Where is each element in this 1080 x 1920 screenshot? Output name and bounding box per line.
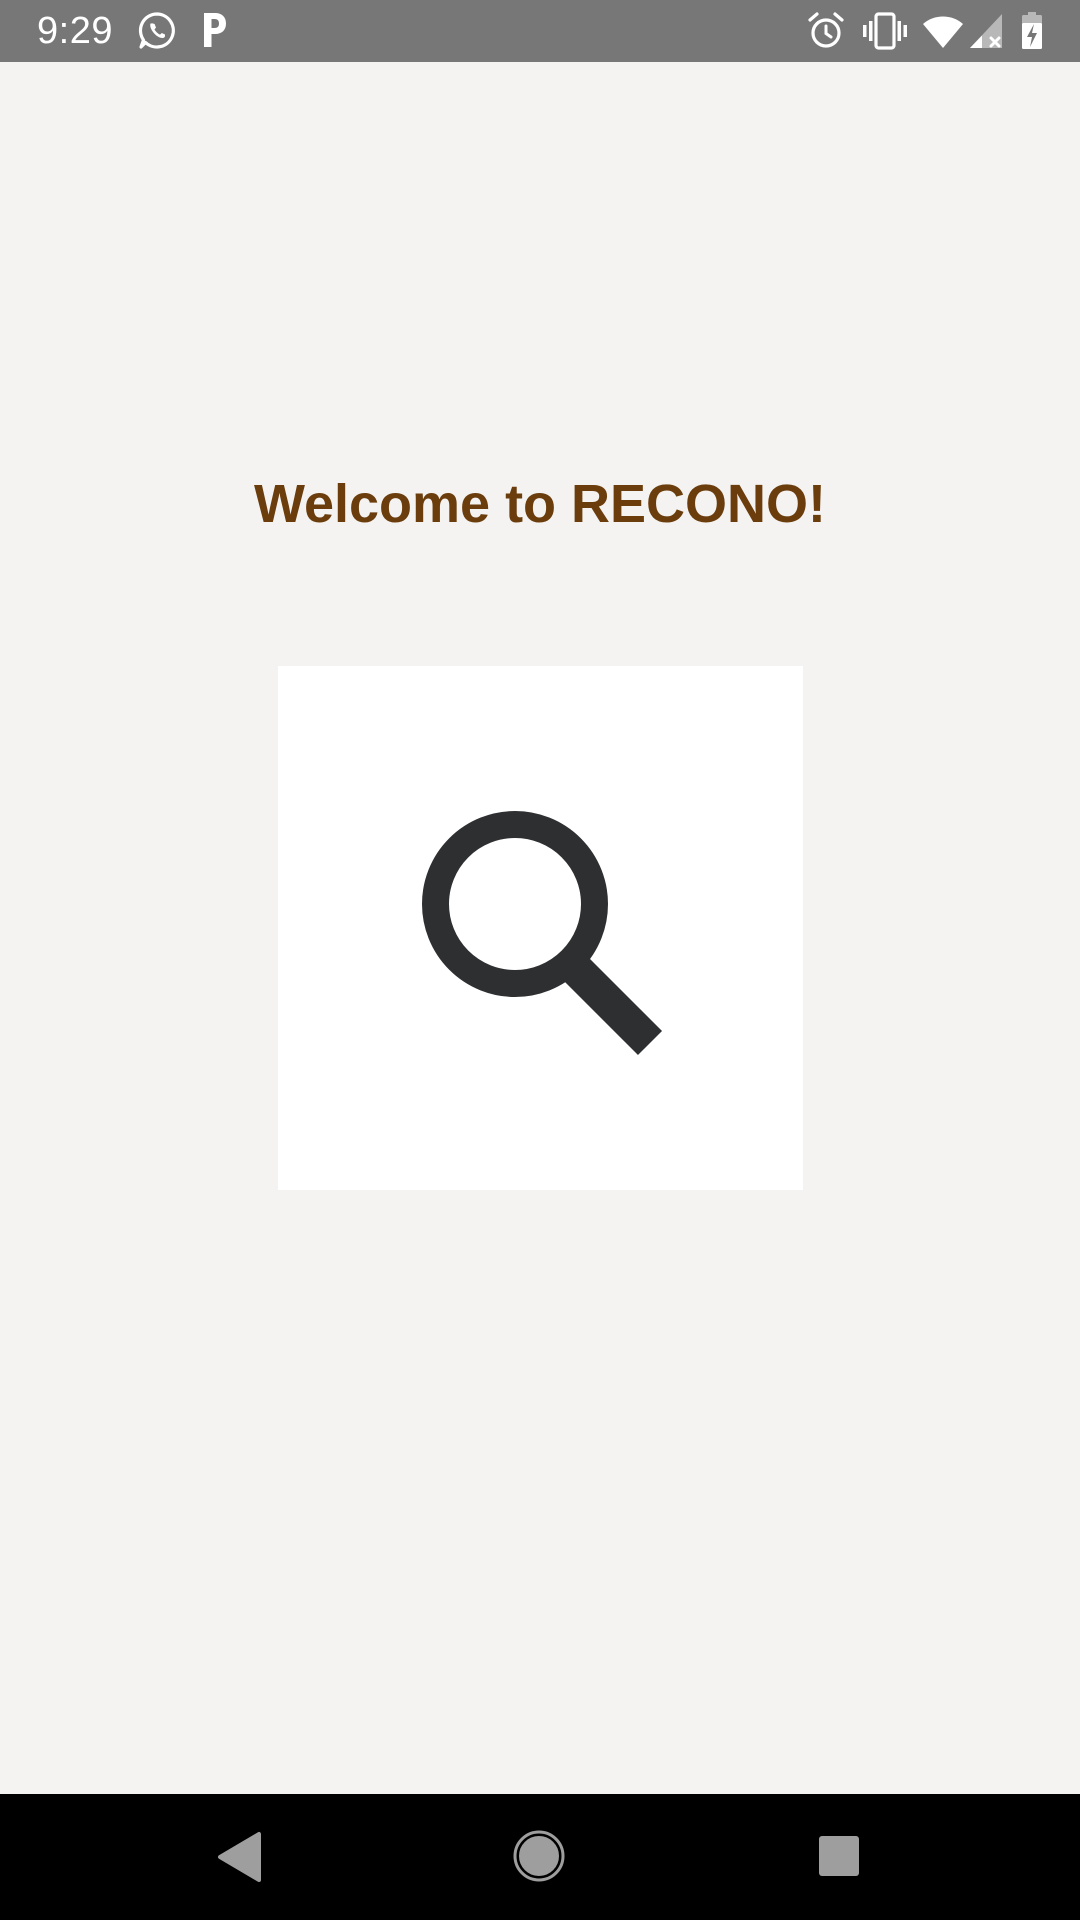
- back-icon: [218, 1832, 261, 1882]
- cell-signal-icon: [970, 14, 1002, 48]
- vibrate-icon: [863, 12, 907, 50]
- p-app-icon: [204, 13, 226, 47]
- battery-charging-icon: [1022, 12, 1042, 49]
- status-time: 9:29: [37, 10, 113, 52]
- wifi-icon: [923, 16, 963, 48]
- back-button[interactable]: [170, 1794, 310, 1920]
- navigation-bar: [0, 1794, 1080, 1920]
- search-button[interactable]: [278, 666, 803, 1190]
- home-button[interactable]: [470, 1794, 610, 1920]
- whatsapp-icon: [138, 12, 175, 49]
- recents-icon: [819, 1836, 859, 1876]
- alarm-icon: [808, 12, 844, 48]
- app-screen: 9:29 Welcome to RECONO!: [0, 0, 1080, 1920]
- recents-button[interactable]: [768, 1794, 908, 1920]
- status-bar: 9:29: [0, 0, 1080, 62]
- home-icon: [513, 1830, 565, 1882]
- welcome-title: Welcome to RECONO!: [253, 474, 827, 534]
- search-icon: [422, 811, 663, 1056]
